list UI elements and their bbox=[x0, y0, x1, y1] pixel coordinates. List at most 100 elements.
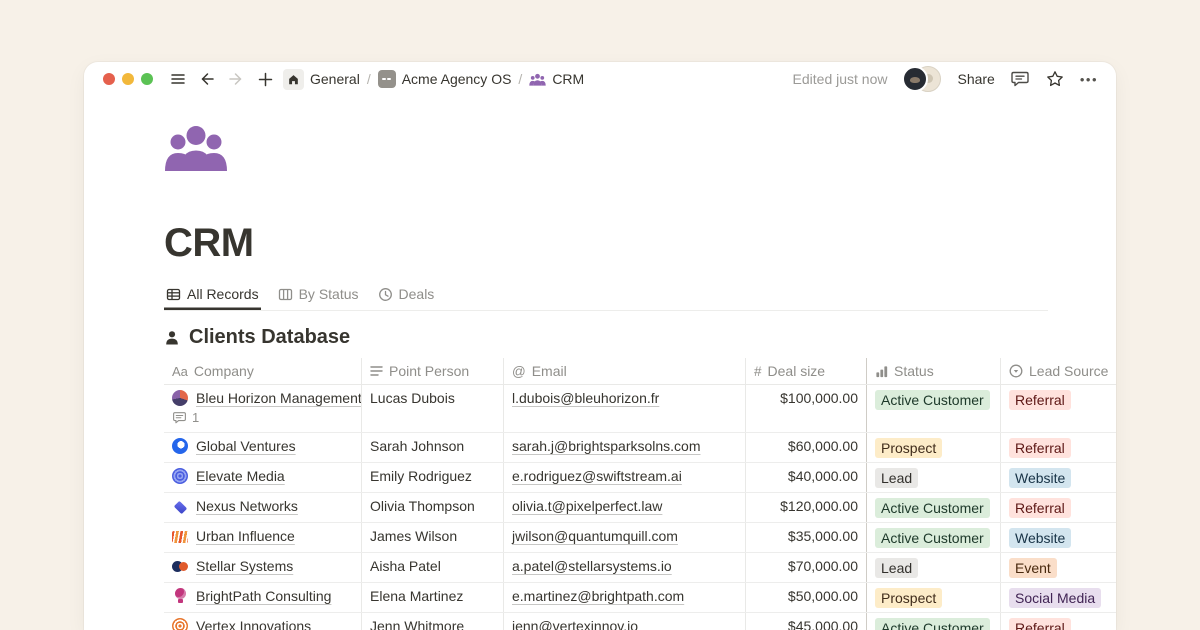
lead-source-cell[interactable]: Referral bbox=[1000, 493, 1116, 522]
point-person-cell[interactable]: Lucas Dubois bbox=[361, 385, 503, 432]
deal-size-cell[interactable]: $70,000.00 bbox=[745, 553, 866, 582]
tab-label: By Status bbox=[299, 286, 359, 302]
people-group-icon[interactable] bbox=[164, 125, 228, 171]
tab-label: All Records bbox=[187, 286, 259, 302]
minimize-window-icon[interactable] bbox=[122, 73, 134, 85]
company-cell[interactable]: Global Ventures bbox=[164, 433, 361, 462]
email-cell[interactable]: sarah.j@brightsparksolns.com bbox=[503, 433, 745, 462]
company-cell[interactable]: Elevate Media bbox=[164, 463, 361, 492]
company-logo bbox=[172, 390, 188, 406]
email-cell[interactable]: olivia.t@pixelperfect.law bbox=[503, 493, 745, 522]
point-person-cell[interactable]: Olivia Thompson bbox=[361, 493, 503, 522]
tab-by-status[interactable]: By Status bbox=[276, 283, 361, 310]
deal-size-cell[interactable]: $60,000.00 bbox=[745, 433, 866, 462]
lead-source-cell[interactable]: Referral bbox=[1000, 613, 1116, 630]
select-property-icon bbox=[1009, 364, 1023, 378]
back-icon[interactable] bbox=[197, 69, 217, 89]
tab-all-records[interactable]: All Records bbox=[164, 283, 261, 310]
breadcrumb-item-crm[interactable]: CRM bbox=[529, 71, 584, 87]
point-person-cell[interactable]: Emily Rodriguez bbox=[361, 463, 503, 492]
company-cell[interactable]: Stellar Systems bbox=[164, 553, 361, 582]
share-button[interactable]: Share bbox=[957, 71, 994, 87]
company-cell[interactable]: Vertex Innovations bbox=[164, 613, 361, 630]
deal-size-cell[interactable]: $100,000.00 bbox=[745, 385, 866, 432]
zoom-window-icon[interactable] bbox=[141, 73, 153, 85]
company-name: Vertex Innovations bbox=[196, 618, 311, 630]
column-header-status[interactable]: Status bbox=[866, 358, 1000, 384]
point-person-cell[interactable]: Elena Martinez bbox=[361, 583, 503, 612]
company-logo bbox=[172, 438, 188, 454]
deal-size-cell[interactable]: $120,000.00 bbox=[745, 493, 866, 522]
point-person-cell[interactable]: Sarah Johnson bbox=[361, 433, 503, 462]
database-title[interactable]: Clients Database bbox=[164, 326, 1048, 349]
email-cell[interactable]: e.martinez@brightpath.com bbox=[503, 583, 745, 612]
close-window-icon[interactable] bbox=[103, 73, 115, 85]
breadcrumb-item-workspace[interactable]: Acme Agency OS bbox=[378, 70, 512, 88]
status-cell[interactable]: Lead bbox=[866, 463, 1000, 492]
comments-icon[interactable] bbox=[1010, 69, 1030, 89]
lead-source-badge: Website bbox=[1009, 528, 1071, 548]
text-lines-icon bbox=[370, 365, 383, 377]
status-cell[interactable]: Active Customer bbox=[866, 385, 1000, 432]
lead-source-badge: Referral bbox=[1009, 438, 1071, 458]
column-header-deal-size[interactable]: # Deal size bbox=[745, 358, 866, 384]
collaborator-avatars[interactable] bbox=[902, 66, 942, 92]
table-header-row: Aa Company Point Person @ Email # Deal s… bbox=[164, 358, 1116, 385]
comment-count[interactable]: 1 bbox=[172, 410, 199, 425]
forward-icon[interactable] bbox=[226, 69, 246, 89]
email-cell[interactable]: a.patel@stellarsystems.io bbox=[503, 553, 745, 582]
status-cell[interactable]: Prospect bbox=[866, 583, 1000, 612]
page-title[interactable]: CRM bbox=[164, 221, 1048, 265]
nav-buttons bbox=[168, 69, 275, 89]
table-row: Nexus Networks Olivia Thompson olivia.t@… bbox=[164, 493, 1116, 523]
point-person-cell[interactable]: James Wilson bbox=[361, 523, 503, 552]
email-cell[interactable]: e.rodriguez@swiftstream.ai bbox=[503, 463, 745, 492]
deal-size-cell[interactable]: $50,000.00 bbox=[745, 583, 866, 612]
breadcrumb-separator: / bbox=[518, 71, 522, 87]
lead-source-cell[interactable]: Referral bbox=[1000, 385, 1116, 432]
status-cell[interactable]: Active Customer bbox=[866, 613, 1000, 630]
status-cell[interactable]: Active Customer bbox=[866, 523, 1000, 552]
column-header-point-person[interactable]: Point Person bbox=[361, 358, 503, 384]
email-cell[interactable]: l.dubois@bleuhorizon.fr bbox=[503, 385, 745, 432]
more-options-icon[interactable]: ••• bbox=[1080, 72, 1098, 87]
company-name: BrightPath Consulting bbox=[196, 588, 331, 604]
company-cell[interactable]: BrightPath Consulting bbox=[164, 583, 361, 612]
clients-table: Aa Company Point Person @ Email # Deal s… bbox=[164, 358, 1116, 630]
status-cell[interactable]: Prospect bbox=[866, 433, 1000, 462]
status-cell[interactable]: Active Customer bbox=[866, 493, 1000, 522]
company-cell[interactable]: Bleu Horizon Management 1 bbox=[164, 385, 361, 432]
column-label: Company bbox=[194, 363, 254, 379]
email-cell[interactable]: jenn@vertexinnov.io bbox=[503, 613, 745, 630]
deal-size-cell[interactable]: $45,000.00 bbox=[745, 613, 866, 630]
status-badge: Active Customer bbox=[875, 618, 990, 630]
favorite-star-icon[interactable] bbox=[1045, 69, 1065, 89]
lead-source-cell[interactable]: Social Media bbox=[1000, 583, 1116, 612]
breadcrumb-label: CRM bbox=[552, 71, 584, 87]
window-controls bbox=[103, 73, 153, 85]
company-cell[interactable]: Urban Influence bbox=[164, 523, 361, 552]
column-header-lead-source[interactable]: Lead Source bbox=[1000, 358, 1116, 384]
breadcrumb-separator: / bbox=[367, 71, 371, 87]
status-cell[interactable]: Lead bbox=[866, 553, 1000, 582]
company-name: Elevate Media bbox=[196, 468, 285, 484]
sidebar-toggle-icon[interactable] bbox=[168, 69, 188, 89]
lead-source-cell[interactable]: Website bbox=[1000, 463, 1116, 492]
tab-deals[interactable]: Deals bbox=[376, 283, 437, 310]
lead-source-badge: Social Media bbox=[1009, 588, 1101, 608]
company-cell[interactable]: Nexus Networks bbox=[164, 493, 361, 522]
breadcrumb-item-general[interactable]: General bbox=[283, 69, 360, 90]
deal-size-cell[interactable]: $40,000.00 bbox=[745, 463, 866, 492]
company-name: Nexus Networks bbox=[196, 498, 298, 514]
lead-source-cell[interactable]: Referral bbox=[1000, 433, 1116, 462]
lead-source-cell[interactable]: Website bbox=[1000, 523, 1116, 552]
point-person-cell[interactable]: Aisha Patel bbox=[361, 553, 503, 582]
new-page-icon[interactable] bbox=[255, 69, 275, 89]
column-header-company[interactable]: Aa Company bbox=[164, 358, 361, 384]
deal-size-cell[interactable]: $35,000.00 bbox=[745, 523, 866, 552]
point-person-cell[interactable]: Jenn Whitmore bbox=[361, 613, 503, 630]
column-header-email[interactable]: @ Email bbox=[503, 358, 745, 384]
lead-source-cell[interactable]: Event bbox=[1000, 553, 1116, 582]
people-icon bbox=[529, 73, 546, 86]
email-cell[interactable]: jwilson@quantumquill.com bbox=[503, 523, 745, 552]
